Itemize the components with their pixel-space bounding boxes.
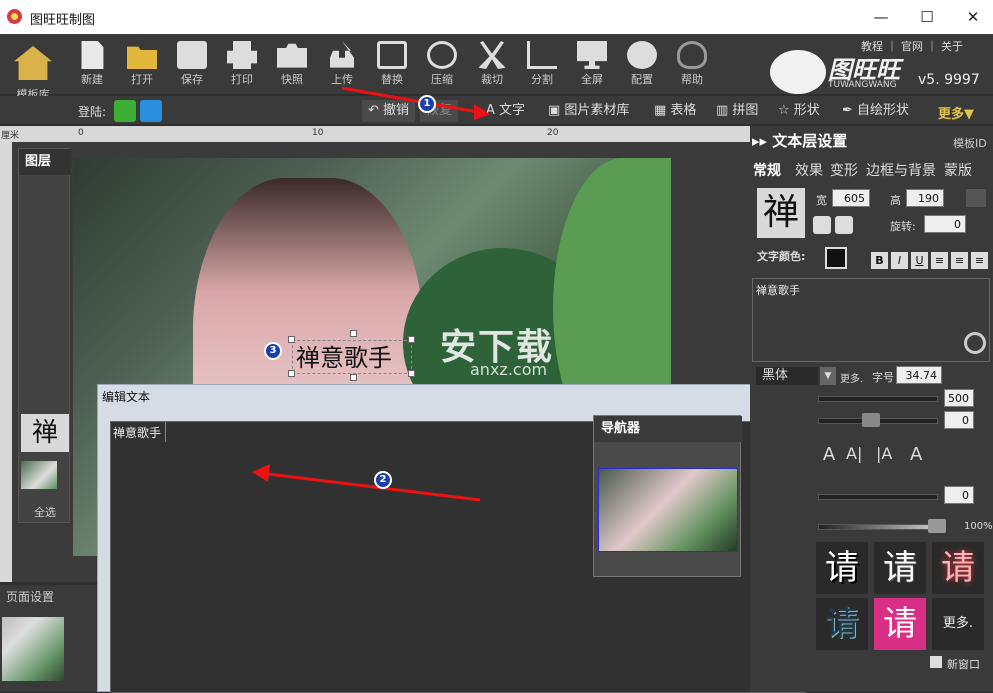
value-input[interactable]: 500 <box>944 389 974 407</box>
width-label: 宽 <box>816 194 827 207</box>
underline-button[interactable]: U <box>911 252 928 269</box>
font-dropdown-icon[interactable]: ▼ <box>820 367 836 385</box>
panel-arrow-icon: ▸▸ <box>752 132 773 150</box>
width-input[interactable]: 605 <box>832 189 870 207</box>
slider-track[interactable] <box>818 396 938 402</box>
italic-button[interactable]: I <box>891 252 908 269</box>
text-style-preset[interactable]: 请 <box>874 598 926 650</box>
step-badge-2: 2 <box>374 471 392 489</box>
new-window-checkbox[interactable] <box>930 656 942 668</box>
font-size-input[interactable]: 34.74 <box>896 366 942 384</box>
flip-vertical-icon[interactable] <box>835 216 853 234</box>
new-window-label: 新窗口 <box>947 658 980 671</box>
tab-mask[interactable]: 蒙版 <box>944 160 972 182</box>
align-center-icon[interactable]: ≡ <box>951 252 968 269</box>
text-style-preset[interactable]: 请 <box>816 598 868 650</box>
opacity-value: 100% <box>964 521 993 532</box>
template-id-label[interactable]: 模板ID <box>953 135 987 151</box>
slider-track[interactable] <box>818 494 938 500</box>
rotate-input[interactable]: 0 <box>924 215 966 233</box>
flip-horizontal-icon[interactable] <box>813 216 831 234</box>
bold-button[interactable]: B <box>871 252 888 269</box>
text-color-swatch[interactable] <box>825 247 847 269</box>
text-spacing-icon[interactable]: A <box>818 444 840 466</box>
align-left-icon[interactable]: ≡ <box>931 252 948 269</box>
text-style-preset[interactable]: 请 <box>932 542 984 594</box>
height-label: 高 <box>890 194 901 207</box>
step-badge-3: 3 <box>264 342 282 360</box>
text-style-preset[interactable]: 请 <box>816 542 868 594</box>
baseline-icon[interactable]: A <box>910 444 932 466</box>
text-style-preset[interactable]: 请 <box>874 542 926 594</box>
step-badge-1: 1 <box>418 95 436 113</box>
arrow-head <box>252 464 270 482</box>
font-select[interactable]: 黑体 <box>756 367 818 385</box>
font-more-button[interactable]: 更多. <box>840 370 863 385</box>
tab-effects[interactable]: 效果 <box>795 160 823 182</box>
more-styles-button[interactable]: 更多. <box>932 598 984 650</box>
line-spacing-icon[interactable]: |A <box>876 444 904 466</box>
arrow-head <box>474 104 490 120</box>
font-size-label: 字号 <box>872 371 894 384</box>
opacity-slider[interactable] <box>818 524 938 530</box>
panel-header-label: 文本层设置 <box>772 132 848 150</box>
panel-header: ▸▸ 文本层设置 <box>752 130 847 151</box>
swap-dimensions-icon[interactable] <box>966 189 986 207</box>
text-preview: 禅 <box>757 188 805 238</box>
tab-general[interactable]: 常规 <box>753 160 781 182</box>
tab-transform[interactable]: 变形 <box>830 160 858 182</box>
slider-thumb[interactable] <box>928 519 946 533</box>
char-spacing-icon[interactable]: A| <box>846 444 872 466</box>
height-input[interactable]: 190 <box>906 189 944 207</box>
arrow-line <box>341 86 479 114</box>
text-content-input[interactable]: 禅意歌手 <box>752 278 990 362</box>
tab-border-background[interactable]: 边框与背景 <box>866 160 936 182</box>
align-right-icon[interactable]: ≡ <box>971 252 988 269</box>
text-color-label: 文字颜色: <box>757 250 806 263</box>
value-input[interactable]: 0 <box>944 486 974 504</box>
slider-thumb[interactable] <box>862 413 880 427</box>
rotate-label: 旋转: <box>890 220 916 233</box>
zoom-in-icon[interactable] <box>964 332 986 354</box>
value-input[interactable]: 0 <box>944 411 974 429</box>
